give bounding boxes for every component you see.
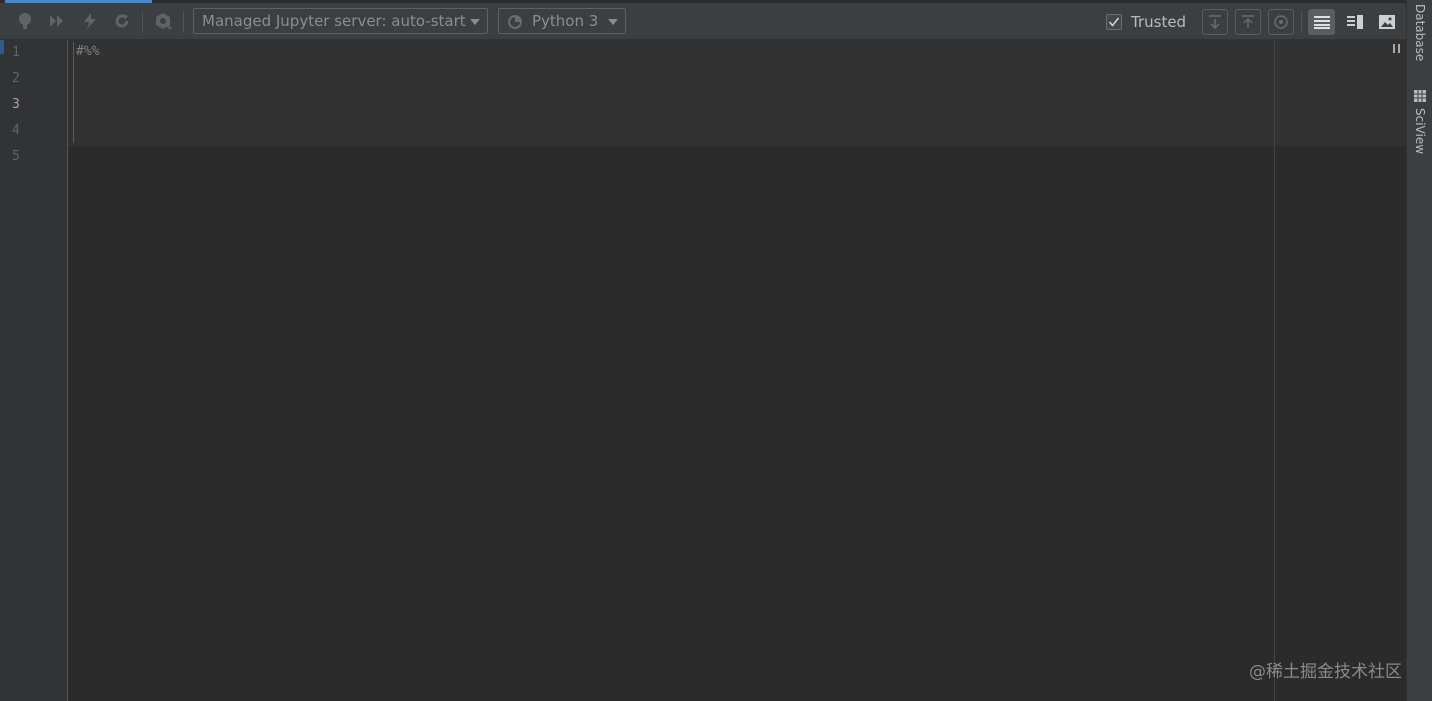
right-tool-window-bar: Database SciView (1406, 0, 1432, 701)
interrupt-kernel-icon[interactable] (79, 10, 101, 32)
arrow-down-icon (1209, 15, 1221, 30)
kernel-dropdown[interactable]: Python 3 (498, 8, 626, 34)
jupyter-server-dropdown[interactable]: Managed Jupyter server: auto-start (193, 8, 488, 34)
line-number: 4 (12, 123, 20, 138)
kernel-label: Python 3 (532, 12, 599, 30)
right-margin-guide (1274, 40, 1275, 701)
toolbar-separator (1301, 11, 1302, 33)
debug-cell-icon[interactable] (14, 10, 36, 32)
notebook-toolbar: Managed Jupyter server: auto-start Pytho… (0, 3, 1406, 40)
line-number: 2 (12, 71, 20, 86)
run-all-icon[interactable] (46, 10, 68, 32)
gutter-marker (0, 40, 4, 54)
eye-refresh-icon (1274, 15, 1288, 29)
run-cell-above-button[interactable] (1235, 9, 1261, 35)
chevron-down-icon (470, 19, 480, 25)
chevron-down-icon (608, 19, 618, 25)
toolbar-separator (142, 11, 143, 33)
lines-icon (1313, 16, 1330, 29)
sciview-tab[interactable]: SciView (1413, 108, 1427, 154)
jupyter-settings-icon[interactable] (152, 10, 174, 32)
line-number-gutter: 1 2 3 4 5 (0, 40, 68, 701)
database-tab[interactable]: Database (1413, 4, 1427, 61)
editor-only-view-button[interactable] (1308, 9, 1335, 35)
variables-button[interactable] (1268, 9, 1294, 35)
line-number-current: 3 (12, 97, 20, 112)
check-icon (1108, 17, 1120, 27)
editor-and-preview-view-button[interactable] (1341, 9, 1368, 35)
line-number: 5 (12, 149, 20, 164)
line-number: 1 (12, 45, 20, 60)
watermark: @稀土掘金技术社区 (1249, 662, 1402, 682)
run-cell-below-button[interactable] (1202, 9, 1228, 35)
preview-only-view-button[interactable] (1373, 9, 1400, 35)
split-view-icon (1346, 15, 1363, 29)
trusted-toggle[interactable]: Trusted (1106, 12, 1186, 32)
cell-marker-code[interactable]: #%% (76, 44, 99, 59)
trusted-checkbox[interactable] (1106, 14, 1122, 30)
jupyter-server-label: Managed Jupyter server: auto-start (202, 12, 466, 30)
grid-icon (1414, 90, 1426, 102)
pause-icon[interactable] (1393, 44, 1400, 53)
image-icon (1378, 15, 1395, 29)
code-cell[interactable] (68, 40, 1406, 146)
kernel-status-icon (508, 15, 522, 29)
toolbar-separator (183, 11, 184, 33)
trusted-label: Trusted (1131, 13, 1187, 31)
arrow-up-icon (1242, 15, 1254, 28)
cell-boundary-bar (73, 42, 74, 143)
restart-kernel-icon[interactable] (111, 10, 133, 32)
